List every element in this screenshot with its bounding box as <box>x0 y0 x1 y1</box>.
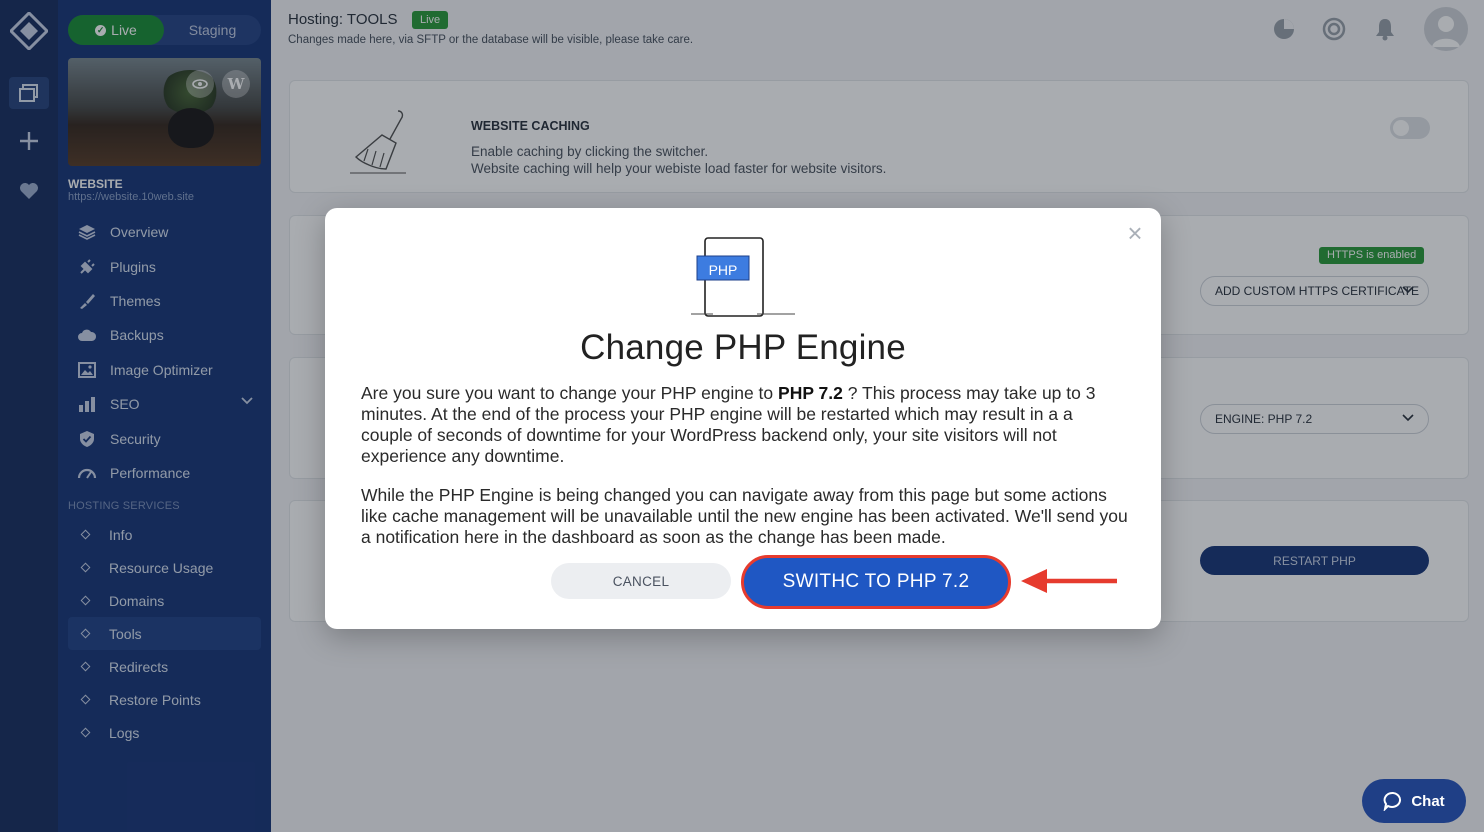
modal-paragraph-1: Are you sure you want to change your PHP… <box>361 383 1129 467</box>
close-icon[interactable]: × <box>1123 220 1147 246</box>
modal-title: Change PHP Engine <box>580 328 906 367</box>
red-arrow-annotation <box>1021 569 1117 593</box>
modal-paragraph-2: While the PHP Engine is being changed yo… <box>361 485 1128 547</box>
php-label: PHP <box>708 262 738 278</box>
chat-bubble-icon <box>1383 792 1402 811</box>
php-version: PHP 7.2 <box>778 383 843 403</box>
chat-label: Chat <box>1411 792 1445 810</box>
change-php-modal: × PHP Change PHP Engine Are you sure you… <box>325 208 1161 629</box>
p1-text: Are you sure you want to change your PHP… <box>361 383 779 403</box>
modal-body: Are you sure you want to change your PHP… <box>361 383 1129 566</box>
chat-button[interactable]: Chat <box>1362 779 1466 823</box>
switch-php-button[interactable]: SWITHC TO PHP 7.2 <box>741 555 1011 609</box>
cancel-button[interactable]: CANCEL <box>551 563 731 599</box>
